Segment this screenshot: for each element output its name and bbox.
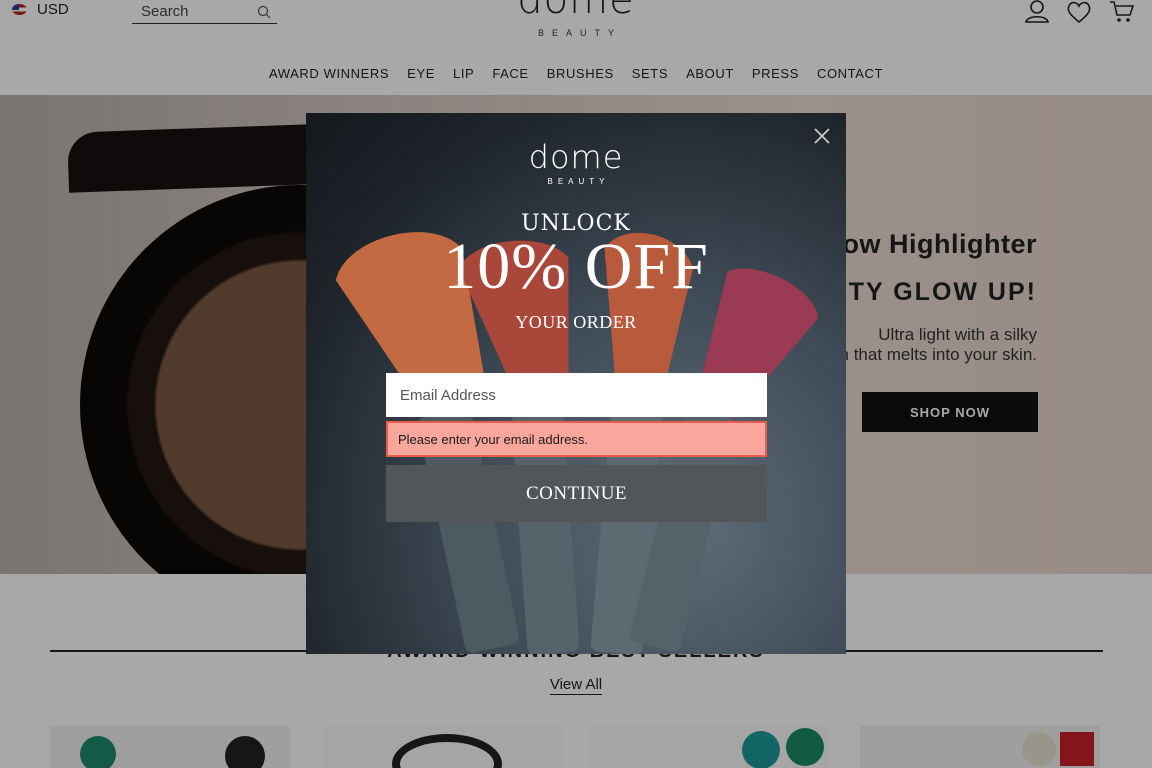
continue-button[interactable]: CONTINUE — [386, 465, 767, 522]
newsletter-popup: dome BEAUTY UNLOCK 10% OFF YOUR ORDER Pl… — [306, 113, 846, 654]
popup-logo-wordmark: dome — [528, 138, 624, 176]
email-field[interactable] — [386, 373, 767, 417]
email-error-message: Please enter your email address. — [386, 421, 767, 457]
popup-offer-text: 10% OFF — [443, 230, 709, 303]
popup-your-order-text: YOUR ORDER — [515, 312, 637, 332]
popup-logo: dome BEAUTY — [306, 141, 846, 186]
popup-logo-subtitle: BEAUTY — [547, 177, 610, 186]
